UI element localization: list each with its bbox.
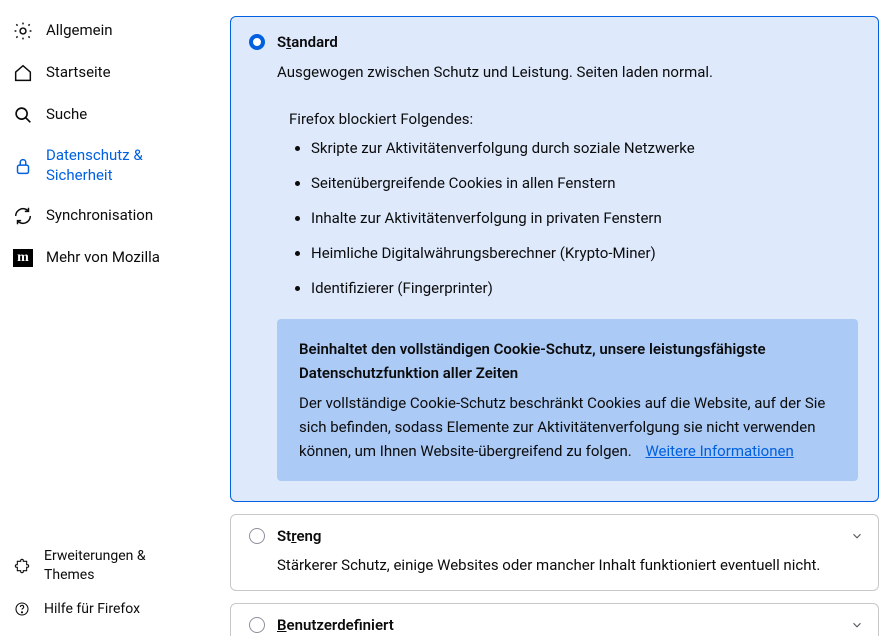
option-header: Standard: [249, 33, 858, 51]
info-title: Beinhaltet den vollständigen Cookie-Schu…: [299, 337, 836, 385]
sidebar: Allgemein Startseite Suche Datenschutz &…: [0, 0, 210, 636]
chevron-down-icon[interactable]: [850, 529, 864, 543]
list-item: Seitenübergreifende Cookies in allen Fen…: [311, 173, 858, 194]
mozilla-icon: m: [12, 247, 34, 269]
sidebar-item-label: Synchronisation: [46, 206, 153, 226]
blocks-heading: Firefox blockiert Folgendes:: [277, 110, 858, 128]
protection-option-standard[interactable]: Standard Ausgewogen zwischen Schutz und …: [230, 16, 879, 502]
sidebar-top: Allgemein Startseite Suche Datenschutz &…: [2, 10, 210, 539]
radio-strict[interactable]: [249, 528, 265, 544]
option-title-custom: Benutzerdefiniert: [277, 616, 394, 634]
radio-standard[interactable]: [249, 34, 265, 50]
sidebar-bottom: Erweiterungen & Themes Hilfe für Firefox: [2, 539, 210, 626]
sync-icon: [12, 205, 34, 227]
sidebar-item-extensions[interactable]: Erweiterungen & Themes: [2, 539, 210, 591]
option-title-standard: Standard: [277, 33, 338, 51]
sidebar-item-home[interactable]: Startseite: [2, 52, 210, 94]
sidebar-item-search[interactable]: Suche: [2, 94, 210, 136]
sidebar-item-sync[interactable]: Synchronisation: [2, 195, 210, 237]
sidebar-item-general[interactable]: Allgemein: [2, 10, 210, 52]
gear-icon: [12, 20, 34, 42]
lock-icon: [12, 155, 34, 177]
puzzle-icon: [14, 558, 30, 574]
home-icon: [12, 62, 34, 84]
option-description: Stärkerer Schutz, einige Websites oder m…: [249, 555, 864, 576]
sidebar-item-label: Allgemein: [46, 21, 113, 41]
sidebar-item-label: Datenschutz & Sicherheit: [46, 146, 198, 185]
list-item: Inhalte zur Aktivitätenverfolgung in pri…: [311, 208, 858, 229]
option-header: Streng: [249, 527, 864, 545]
sidebar-item-mozilla[interactable]: m Mehr von Mozilla: [2, 237, 210, 279]
search-icon: [12, 104, 34, 126]
radio-custom[interactable]: [249, 617, 265, 633]
list-item: Skripte zur Aktivitätenverfolgung durch …: [311, 138, 858, 159]
main-content: Standard Ausgewogen zwischen Schutz und …: [210, 0, 895, 636]
option-description: Ausgewogen zwischen Schutz und Leistung.…: [277, 61, 858, 84]
option-title-strict: Streng: [277, 527, 321, 545]
sidebar-item-help[interactable]: Hilfe für Firefox: [2, 592, 210, 626]
blocks-list: Skripte zur Aktivitätenverfolgung durch …: [277, 138, 858, 299]
option-header: Benutzerdefiniert: [249, 616, 864, 634]
sidebar-item-label: Erweiterungen & Themes: [44, 547, 198, 583]
sidebar-item-label: Startseite: [46, 63, 111, 83]
list-item: Heimliche Digitalwährungsberechner (Kryp…: [311, 243, 858, 264]
sidebar-item-label: Suche: [46, 105, 87, 125]
option-body: Ausgewogen zwischen Schutz und Leistung.…: [249, 61, 858, 481]
learn-more-link[interactable]: Weitere Informationen: [645, 442, 793, 460]
sidebar-item-privacy[interactable]: Datenschutz & Sicherheit: [2, 136, 210, 195]
help-icon: [14, 601, 30, 617]
sidebar-item-label: Mehr von Mozilla: [46, 248, 160, 268]
cookie-protection-info: Beinhaltet den vollständigen Cookie-Schu…: [277, 319, 858, 481]
chevron-down-icon[interactable]: [850, 618, 864, 632]
list-item: Identifizierer (Fingerprinter): [311, 278, 858, 299]
protection-option-strict[interactable]: Streng Stärkerer Schutz, einige Websites…: [230, 514, 879, 591]
protection-option-custom[interactable]: Benutzerdefiniert: [230, 603, 879, 636]
sidebar-item-label: Hilfe für Firefox: [44, 600, 140, 618]
